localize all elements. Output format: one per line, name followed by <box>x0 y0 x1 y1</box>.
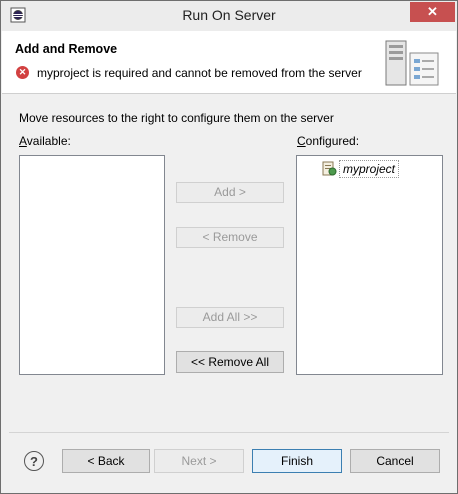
wizard-header: Add and Remove ✕ myproject is required a… <box>2 31 456 94</box>
error-icon: ✕ <box>16 66 29 79</box>
remove-button[interactable]: < Remove <box>176 227 284 248</box>
server-icon <box>385 40 439 86</box>
back-button[interactable]: < Back <box>62 449 150 473</box>
configured-item-myproject[interactable]: myproject <box>339 160 400 178</box>
finish-button[interactable]: Finish <box>252 449 342 473</box>
run-on-server-dialog: Run On Server ✕ Add and Remove ✕ myproje… <box>0 0 458 494</box>
next-button[interactable]: Next > <box>154 449 244 473</box>
instruction-text: Move resources to the right to configure… <box>19 111 334 125</box>
project-icon <box>322 161 337 176</box>
title-bar: Run On Server ✕ <box>1 1 457 31</box>
available-list[interactable] <box>19 155 165 375</box>
available-label-rest: vailable: <box>26 134 71 148</box>
close-button[interactable]: ✕ <box>410 2 455 22</box>
configured-list[interactable]: myproject <box>296 155 443 375</box>
available-label: Available: <box>19 134 71 148</box>
configured-label: Configured: <box>297 134 360 148</box>
window-title: Run On Server <box>182 7 276 23</box>
configured-label-rest: onfigured: <box>305 134 360 148</box>
error-message: myproject is required and cannot be remo… <box>37 66 362 80</box>
add-button[interactable]: Add > <box>176 182 284 203</box>
page-title: Add and Remove <box>15 42 118 56</box>
footer-separator <box>9 432 449 433</box>
remove-all-button[interactable]: << Remove All <box>176 351 284 373</box>
add-all-button[interactable]: Add All >> <box>176 307 284 328</box>
help-icon[interactable]: ? <box>24 451 44 471</box>
cancel-button[interactable]: Cancel <box>350 449 440 473</box>
